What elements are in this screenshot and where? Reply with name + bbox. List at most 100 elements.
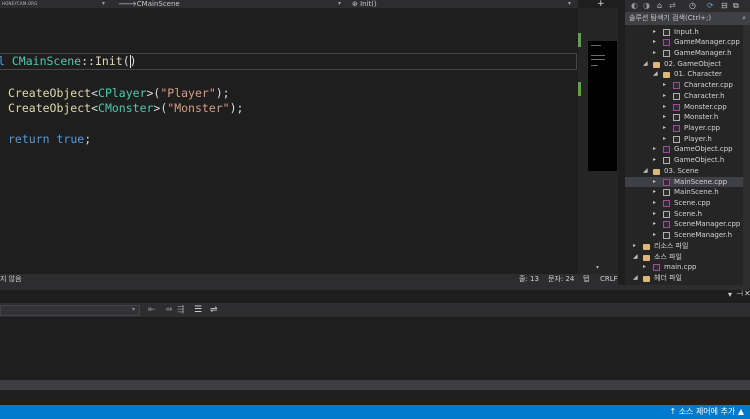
editor-status-row: 지 않음 줄: 13 문자: 24 탭 CRLF	[0, 274, 618, 285]
minimap-viewport[interactable]	[588, 41, 617, 171]
tree-item-label: MainScene.h	[674, 188, 719, 197]
scroll-down-icon[interactable]: ▾	[596, 264, 599, 271]
code-token-punct: ;	[84, 132, 92, 146]
tree-file[interactable]: ▸ Player.cpp	[625, 123, 750, 134]
tree-file[interactable]: ▸ MainScene.cpp	[625, 176, 750, 188]
code-token-keyword: return	[8, 132, 50, 146]
chevron-up-icon: ▲	[737, 407, 744, 416]
tree-folder[interactable]: ◢ 03. Scene	[625, 166, 750, 177]
folder-icon	[643, 254, 650, 261]
pin-icon[interactable]: ⊣	[736, 289, 743, 298]
word-wrap-icon[interactable]: ⇌	[210, 303, 218, 317]
collapsed-arrow-icon[interactable]: ▸	[653, 209, 656, 220]
tree-folder[interactable]: ▸ 리소스 파일	[625, 241, 750, 252]
expanded-arrow-icon[interactable]: ◢	[653, 69, 658, 80]
go-to-next-icon[interactable]: ⇸	[165, 303, 173, 317]
method-dropdown[interactable]: ⊛ Init()	[352, 0, 377, 8]
code-line-return[interactable]: return true;	[8, 132, 91, 147]
collapsed-arrow-icon[interactable]: ▸	[653, 144, 656, 155]
cpp-file-icon	[673, 82, 680, 90]
header-file-icon	[663, 210, 670, 218]
method-dropdown-chevron-icon[interactable]: ▾	[568, 0, 571, 8]
scope-dropdown-icon[interactable]: ▾	[102, 0, 105, 8]
collapsed-arrow-icon[interactable]: ▸	[663, 134, 666, 145]
expanded-arrow-icon[interactable]: ◢	[643, 166, 648, 177]
tree-folder[interactable]: ◢ 02. GameObject	[625, 59, 750, 70]
eol-indicator[interactable]: CRLF	[600, 274, 618, 285]
tree-file[interactable]: ▸ main.cpp	[625, 262, 750, 273]
clear-all-icon[interactable]: ☰	[194, 303, 202, 317]
panel-dropdown-icon[interactable]: ▾	[728, 290, 732, 300]
collapsed-arrow-icon[interactable]: ▸	[663, 123, 666, 134]
tree-folder[interactable]: ◢ 01. Character	[625, 69, 750, 80]
collapsed-arrow-icon[interactable]: ▸	[653, 37, 656, 48]
class-dropdown-chevron-icon[interactable]: ▾	[338, 0, 341, 8]
tree-file[interactable]: ▸ GameObject.cpp	[625, 144, 750, 155]
code-token-punct: <	[91, 101, 99, 115]
tree-folder[interactable]: ◢ 소스 파일	[625, 252, 750, 263]
header-file-icon	[673, 114, 680, 122]
collapsed-arrow-icon[interactable]: ▸	[653, 155, 656, 166]
expanded-arrow-icon[interactable]: ◢	[633, 252, 638, 263]
collapsed-arrow-icon[interactable]: ▸	[663, 102, 666, 113]
history-icon[interactable]: ◷	[689, 0, 696, 11]
tree-file[interactable]: ▸ Scene.cpp	[625, 198, 750, 209]
select-chevron-icon[interactable]: ▾	[132, 303, 135, 317]
tree-file[interactable]: ▸ Character.cpp	[625, 80, 750, 91]
sync-icon[interactable]: ⇄	[669, 0, 676, 11]
code-line-create-player[interactable]: CreateObject<CPlayer>("Player");	[8, 86, 230, 101]
tree-folder[interactable]: ◢ 헤더 파일	[625, 273, 750, 284]
collapsed-arrow-icon[interactable]: ▸	[663, 112, 666, 123]
tree-file[interactable]: ▸ Monster.cpp	[625, 102, 750, 113]
split-window-icon[interactable]: +	[597, 0, 605, 9]
scm-label: 소스 제어에 추가	[678, 407, 736, 416]
add-to-source-control-button[interactable]: ↑ 소스 제어에 추가 ▲	[669, 405, 744, 419]
collapsed-arrow-icon[interactable]: ▸	[633, 241, 636, 252]
solution-explorer-search[interactable]: 솔루션 탐색기 검색(Ctrl+;) ⌕	[625, 12, 750, 25]
back-icon[interactable]: ◐	[631, 0, 638, 11]
close-panel-icon[interactable]: ✕	[744, 289, 750, 298]
collapsed-arrow-icon[interactable]: ▸	[653, 198, 656, 209]
collapsed-arrow-icon[interactable]: ▸	[663, 80, 666, 91]
solution-explorer-scrollbar[interactable]	[743, 25, 750, 290]
collapsed-arrow-icon[interactable]: ▸	[653, 48, 656, 59]
expanded-arrow-icon[interactable]: ◢	[643, 59, 648, 70]
class-dropdown[interactable]: 🡒CMainScene	[118, 0, 180, 8]
tree-file[interactable]: ▸ Monster.h	[625, 112, 750, 123]
output-source-select[interactable]	[0, 305, 140, 316]
code-token-literal: true	[56, 132, 85, 146]
collapsed-arrow-icon[interactable]: ▸	[653, 230, 656, 241]
expanded-arrow-icon[interactable]: ◢	[633, 273, 638, 284]
collapsed-arrow-icon[interactable]: ▸	[653, 177, 656, 188]
collapsed-arrow-icon[interactable]: ▸	[653, 27, 656, 38]
tree-file[interactable]: ▸ SceneManager.h	[625, 230, 750, 241]
go-to-previous-icon[interactable]: ⇤	[148, 303, 156, 317]
folder-icon	[643, 243, 650, 250]
tree-file[interactable]: ▸ MainScene.h	[625, 187, 750, 198]
home-icon[interactable]: ⌂	[657, 0, 662, 11]
tree-file[interactable]: ▸ Scene.h	[625, 209, 750, 220]
tree-file[interactable]: ▸ GameManager.h	[625, 48, 750, 59]
show-all-files-icon[interactable]: ⧉	[733, 0, 739, 11]
refresh-icon[interactable]: ⟳	[707, 0, 714, 11]
forward-icon[interactable]: ◑	[643, 0, 650, 11]
tree-file[interactable]: ▸ GameManager.cpp	[625, 37, 750, 48]
code-line-signature[interactable]: l CMainScene::Init()	[0, 54, 137, 69]
tree-file[interactable]: ▸ GameObject.h	[625, 155, 750, 166]
horizontal-scrollbar[interactable]	[0, 380, 750, 390]
cpp-file-icon	[663, 146, 670, 154]
tree-file[interactable]: ▸ Input.h	[625, 27, 750, 38]
search-icon[interactable]: ⌕	[742, 12, 746, 25]
code-token-keyword: l	[0, 54, 5, 68]
collapsed-arrow-icon[interactable]: ▸	[663, 91, 666, 102]
tree-file[interactable]: ▸ Player.h	[625, 134, 750, 145]
collapsed-arrow-icon[interactable]: ▸	[653, 219, 656, 230]
tree-file[interactable]: ▸ Character.h	[625, 91, 750, 102]
tab-indicator[interactable]: 탭	[583, 274, 589, 285]
collapsed-arrow-icon[interactable]: ▸	[643, 262, 646, 273]
collapse-all-icon[interactable]: ⊟	[721, 0, 728, 11]
find-in-output-icon[interactable]: ⇶	[177, 303, 185, 317]
code-line-create-monster[interactable]: CreateObject<CMonster>("Monster");	[8, 101, 243, 116]
collapsed-arrow-icon[interactable]: ▸	[653, 187, 656, 198]
tree-file[interactable]: ▸ SceneManager.cpp	[625, 219, 750, 230]
